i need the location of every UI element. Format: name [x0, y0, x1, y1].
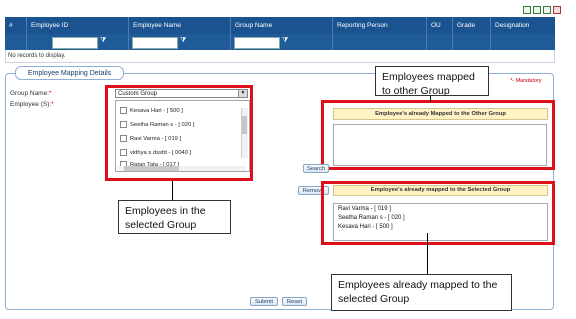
search-button[interactable]: Search — [303, 164, 329, 173]
grid-empty-message: No records to display. — [5, 50, 555, 63]
highlight-other-group — [321, 100, 555, 170]
section-title: Employee Mapping Details — [15, 66, 124, 80]
group-name-label: Group Name:* — [10, 90, 52, 97]
column-group-name[interactable]: Group Name — [231, 17, 333, 34]
column-designation[interactable]: Designation — [491, 17, 555, 34]
callout-connector — [172, 181, 173, 201]
grid-header: # Employee ID Employee Name Group Name R… — [5, 17, 555, 34]
highlight-mapped-group — [321, 181, 555, 245]
callout-selected-group: Employees in the selected Group — [118, 200, 231, 234]
filter-icon[interactable]: ⧩ — [100, 37, 106, 45]
column-employee-id[interactable]: Employee ID — [27, 17, 129, 34]
submit-button[interactable]: Submit — [250, 297, 278, 306]
column-employee-name[interactable]: Employee Name — [129, 17, 231, 34]
callout-other-group: Employees mapped to other Group — [375, 66, 489, 97]
group-name-filter-input[interactable] — [234, 37, 280, 49]
column-reporting-person[interactable]: Reporting Person — [333, 17, 427, 34]
column-ou[interactable]: OU — [427, 17, 453, 34]
export-excel-icon[interactable] — [523, 6, 531, 14]
highlight-selected-group — [105, 85, 253, 181]
column-index[interactable]: # — [5, 17, 27, 34]
employee-id-filter-input[interactable] — [52, 37, 98, 49]
filter-icon[interactable]: ⧩ — [282, 37, 288, 45]
export-pdf-icon[interactable] — [533, 6, 541, 14]
employee-name-filter-input[interactable] — [132, 37, 178, 49]
callout-connector — [427, 233, 428, 275]
close-icon[interactable] — [553, 6, 561, 14]
export-word-icon[interactable] — [543, 6, 551, 14]
employees-label: Employee (S):* — [10, 101, 54, 108]
filter-icon[interactable]: ⧩ — [180, 37, 186, 45]
callout-already-mapped: Employees already mapped to the selected… — [331, 274, 512, 311]
grid-filter-row: ⧩ ⧩ ⧩ — [5, 34, 555, 50]
column-grade[interactable]: Grade — [453, 17, 491, 34]
mandatory-note: *- Mandatory — [510, 78, 542, 84]
reset-button[interactable]: Reset — [282, 297, 307, 306]
